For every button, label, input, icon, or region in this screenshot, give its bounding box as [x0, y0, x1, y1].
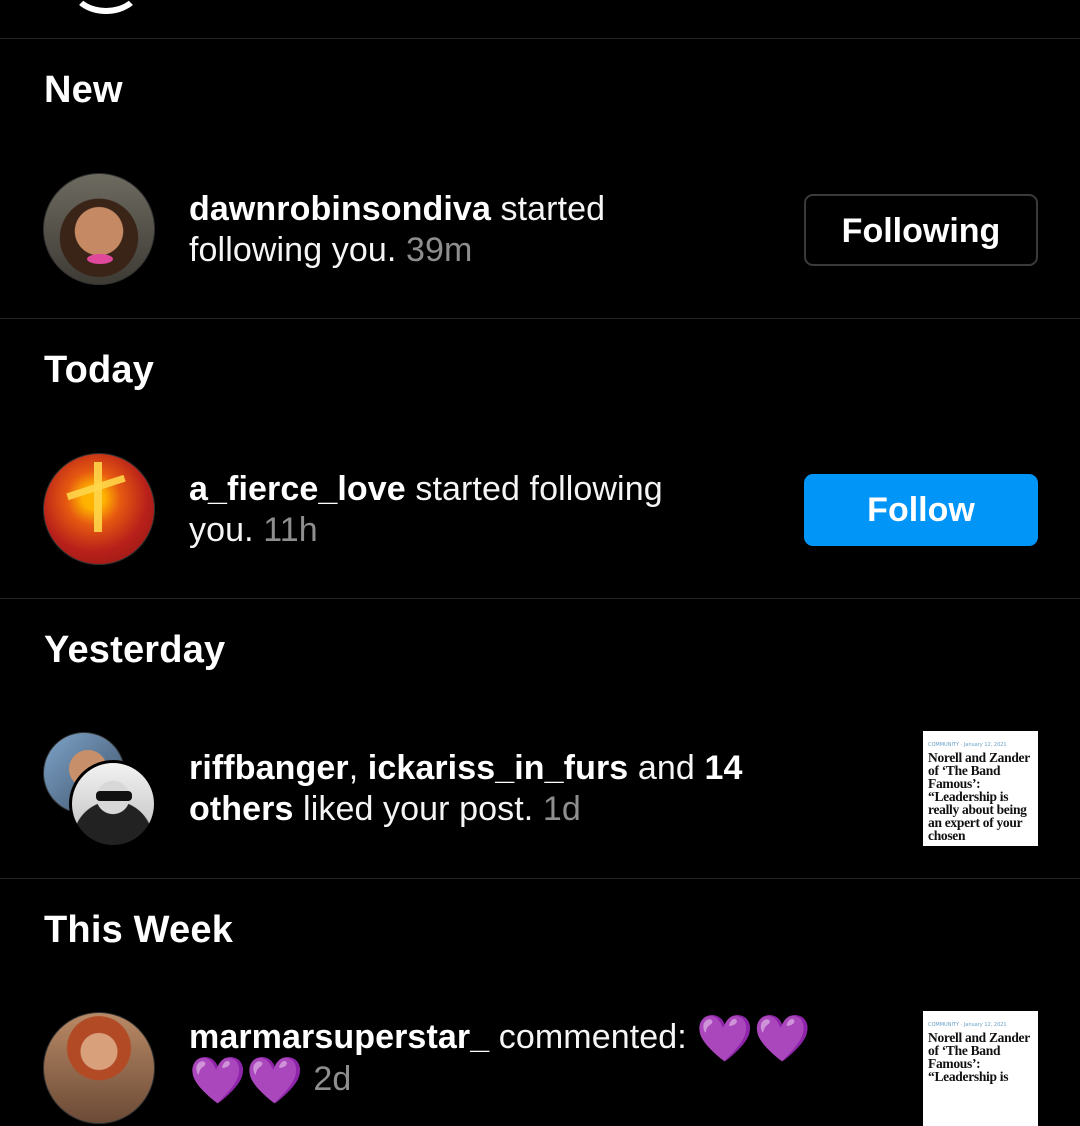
follow-button[interactable]: Follow — [804, 474, 1038, 546]
username-link[interactable]: a_fierce_love — [189, 470, 406, 508]
notification-action: liked your post. — [293, 790, 543, 828]
timestamp: 39m — [405, 231, 473, 269]
section-title-today: Today — [44, 349, 155, 391]
post-thumbnail-meta: COMMUNITY · January 12, 2021 — [928, 1022, 1007, 1028]
username-link[interactable]: marmarsuperstar_ — [189, 1018, 489, 1056]
section-title-yesterday: Yesterday — [44, 629, 226, 671]
username-link[interactable]: ickariss_in_furs — [368, 749, 629, 787]
notification-text-follow-1: dawnrobinsondiva started following you. … — [189, 189, 605, 271]
notification-text-likes: riffbanger, ickariss_in_furs and 14 othe… — [189, 748, 742, 830]
notification-text-follow-2: a_fierce_love started following you. 11h — [189, 469, 663, 551]
notification-action: you. — [189, 511, 264, 549]
separator-text: , — [348, 749, 368, 787]
avatar-dawnrobinsondiva[interactable] — [43, 173, 155, 285]
section-title-new: New — [44, 69, 123, 111]
notification-text-comment: marmarsuperstar_ commented: 💜💜 💜💜 2d — [189, 1012, 812, 1106]
username-link[interactable]: dawnrobinsondiva — [189, 190, 491, 228]
notification-action: and — [628, 749, 705, 787]
purple-heart-icon: 💜💜 — [189, 1054, 304, 1106]
avatar-detail — [94, 462, 102, 532]
profile-icon[interactable] — [70, 0, 142, 14]
timestamp: 1d — [542, 790, 581, 828]
section-title-this-week: This Week — [44, 909, 234, 951]
post-thumbnail-headline: Norell and Zander of ‘The Band Famous’: … — [928, 750, 1030, 843]
notification-action: following you. — [189, 231, 406, 269]
post-thumbnail-meta: COMMUNITY · January 12, 2021 — [928, 742, 1007, 748]
others-label[interactable]: others — [189, 790, 294, 828]
avatar-detail — [87, 254, 113, 264]
divider — [0, 598, 1080, 599]
top-header-strip — [0, 0, 1080, 39]
post-thumbnail-headline: Norell and Zander of ‘The Band Famous’: … — [928, 1030, 1030, 1084]
post-thumbnail[interactable]: COMMUNITY · January 12, 2021 Norell and … — [923, 731, 1038, 846]
avatar-marmarsuperstar[interactable] — [43, 1012, 155, 1124]
timestamp: 11h — [263, 511, 318, 549]
divider — [0, 318, 1080, 319]
avatar-detail — [96, 791, 132, 801]
notification-action: started following — [405, 470, 663, 508]
post-thumbnail[interactable]: COMMUNITY · January 12, 2021 Norell and … — [923, 1011, 1038, 1126]
username-link[interactable]: riffbanger — [189, 749, 349, 787]
avatar-a-fierce-love[interactable] — [43, 453, 155, 565]
following-button[interactable]: Following — [804, 194, 1038, 266]
avatar-ickariss-in-furs[interactable] — [69, 760, 157, 848]
timestamp: 2d — [313, 1060, 352, 1098]
others-count[interactable]: 14 — [704, 749, 742, 787]
notification-action: started — [490, 190, 606, 228]
purple-heart-icon: 💜💜 — [696, 1012, 812, 1064]
divider — [0, 878, 1080, 879]
notification-action: commented: — [489, 1018, 697, 1056]
